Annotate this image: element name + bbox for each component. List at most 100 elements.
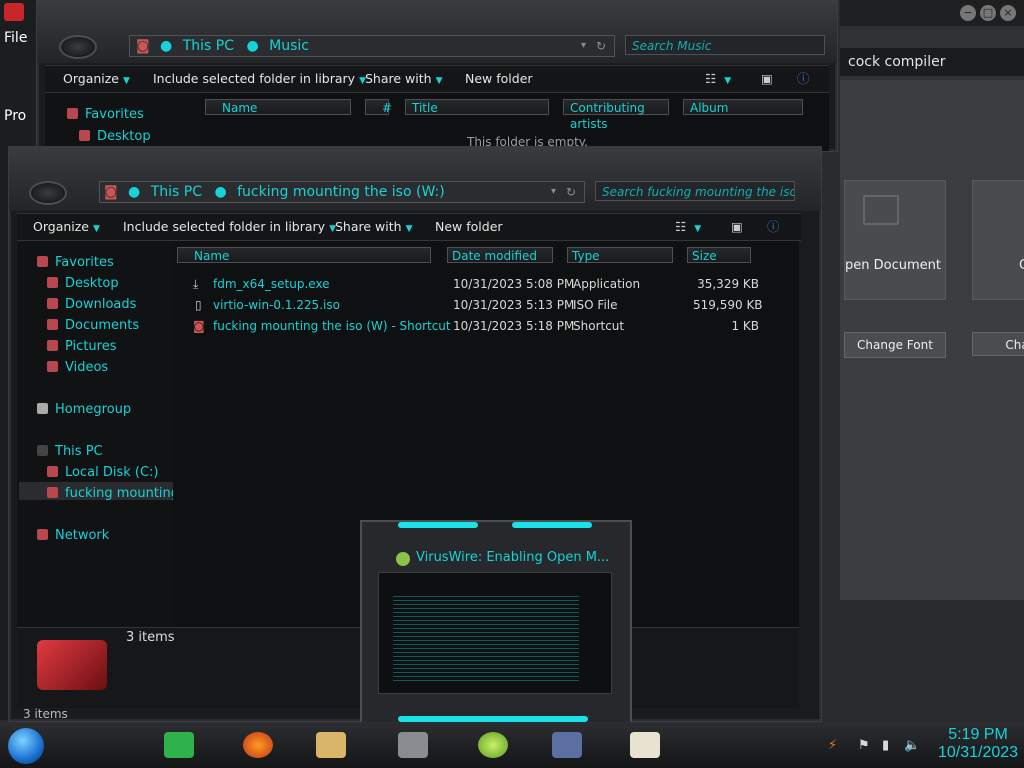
start-orb-icon[interactable]: [8, 728, 44, 764]
second-tile[interactable]: C: [972, 180, 1024, 300]
installer-icon: ⤓: [193, 277, 199, 291]
star-icon: [67, 108, 78, 119]
refresh-icon[interactable]: ↻: [596, 36, 606, 56]
printer-icon[interactable]: [398, 732, 428, 758]
folder-icon: [863, 195, 899, 225]
close-icon[interactable]: ×: [1000, 5, 1016, 21]
column-number[interactable]: #: [365, 99, 392, 115]
column-contributing-artists[interactable]: Contributing artists: [563, 99, 669, 131]
desktop-icon: [47, 277, 58, 288]
breadcrumb-sep-icon: ●: [128, 184, 141, 200]
back-forward-orb-icon[interactable]: [29, 181, 67, 205]
pro-menu[interactable]: Pro: [4, 108, 26, 124]
file-date: 10/31/2023 5:13 PM: [453, 298, 575, 312]
background-app-window-controls: − □ ×: [960, 5, 1016, 21]
network-icon: [37, 529, 48, 540]
column-date-modified[interactable]: Date modified: [447, 247, 553, 263]
breadcrumb-this-pc[interactable]: This PC: [183, 38, 234, 54]
view-options-icon[interactable]: ☷ ▼: [705, 66, 731, 94]
breadcrumb-this-pc[interactable]: This PC: [151, 184, 202, 200]
lime-app-icon[interactable]: [478, 732, 508, 758]
nav-favorites[interactable]: Favorites: [37, 255, 114, 270]
new-folder-button[interactable]: New folder: [435, 214, 503, 240]
table-row[interactable]: ▯ virtio-win-0.1.225.iso 10/31/2023 5:13…: [173, 298, 773, 316]
change-font-button[interactable]: Change Font: [844, 332, 946, 358]
file-menu[interactable]: File: [4, 30, 27, 46]
flag-icon[interactable]: ⚑: [858, 738, 870, 753]
window-app-icon[interactable]: [552, 732, 582, 758]
item-count: 3 items: [126, 630, 175, 645]
table-row[interactable]: ⤓ fdm_x64_setup.exe 10/31/2023 5:08 PM A…: [173, 277, 773, 295]
chevron-down-icon[interactable]: ▾: [581, 36, 586, 56]
nav-network[interactable]: Network: [37, 528, 109, 543]
app-logo-icon: [4, 3, 24, 21]
file-type: Application: [573, 277, 641, 291]
maximize-icon[interactable]: □: [980, 5, 996, 21]
volume-icon[interactable]: 🔈: [904, 738, 920, 753]
file-date: 10/31/2023 5:18 PM: [453, 319, 575, 333]
new-folder-button[interactable]: New folder: [465, 66, 533, 92]
x-app-icon[interactable]: [630, 732, 660, 758]
computer-icon: [37, 445, 48, 456]
drive-icon: ◙: [104, 184, 118, 200]
preview-pane-icon[interactable]: ▣: [761, 66, 773, 92]
clock-date: 10/31/2023: [937, 744, 1019, 761]
shortcut-icon: ◙: [193, 319, 205, 333]
minimize-icon[interactable]: −: [960, 5, 976, 21]
column-album[interactable]: Album: [683, 99, 803, 115]
iso-address-bar[interactable]: ◙ ● This PC ● fucking mounting the iso (…: [99, 181, 585, 203]
organize-button[interactable]: Organize ▼: [33, 214, 100, 242]
tray-app-icon[interactable]: ⚡: [828, 738, 837, 753]
include-in-library-button[interactable]: Include selected folder in library ▼: [153, 66, 366, 94]
nav-iso-drive[interactable]: fucking mounting t: [47, 486, 188, 501]
nav-favorites[interactable]: Favorites: [67, 107, 144, 122]
view-options-icon[interactable]: ☷ ▼: [675, 214, 701, 242]
file-name: fdm_x64_setup.exe: [213, 277, 330, 291]
help-icon[interactable]: ⓘ: [767, 214, 780, 240]
column-size[interactable]: Size: [687, 247, 751, 263]
share-with-button[interactable]: Share with ▼: [335, 214, 413, 242]
nav-documents[interactable]: Documents: [47, 318, 139, 333]
preview-pane-icon[interactable]: ▣: [731, 214, 743, 240]
organize-button[interactable]: Organize ▼: [63, 66, 130, 94]
music-search-input[interactable]: Search Music: [625, 35, 825, 55]
network-tray-icon[interactable]: ▮: [882, 738, 889, 753]
drive-icon: [47, 466, 58, 477]
open-document-tile[interactable]: pen Document: [844, 180, 946, 300]
iso-command-bar: Organize ▼ Include selected folder in lib…: [17, 213, 801, 241]
column-type[interactable]: Type: [567, 247, 673, 263]
nav-videos[interactable]: Videos: [47, 360, 108, 375]
nav-desktop[interactable]: Desktop: [79, 129, 151, 144]
music-address-bar[interactable]: ◙ ● This PC ● Music ▾ ↻: [129, 35, 615, 57]
breadcrumb-music[interactable]: Music: [269, 38, 309, 54]
share-with-button[interactable]: Share with ▼: [365, 66, 443, 94]
include-in-library-button[interactable]: Include selected folder in library ▼: [123, 214, 336, 242]
refresh-icon[interactable]: ↻: [566, 182, 576, 202]
chevron-down-icon[interactable]: ▾: [551, 182, 556, 202]
popup-glow: [398, 522, 478, 528]
firefox-icon[interactable]: [243, 732, 273, 758]
clock[interactable]: 5:19 PM 10/31/2023: [932, 726, 1024, 762]
change-button[interactable]: Cha: [972, 332, 1024, 356]
nav-desktop[interactable]: Desktop: [47, 276, 119, 291]
nav-homegroup[interactable]: Homegroup: [37, 402, 131, 417]
nav-pictures[interactable]: Pictures: [47, 339, 116, 354]
taskbar: [0, 722, 1024, 768]
nav-local-disk[interactable]: Local Disk (C:): [47, 465, 158, 480]
back-forward-orb-icon[interactable]: [59, 35, 97, 59]
file-explorer-icon[interactable]: [316, 732, 346, 758]
nav-this-pc[interactable]: This PC: [37, 444, 103, 459]
help-icon[interactable]: ⓘ: [797, 66, 810, 92]
column-name[interactable]: Name: [205, 99, 351, 115]
taskbar-preview-popup[interactable]: VirusWire: Enabling Open M...: [360, 520, 632, 724]
column-title[interactable]: Title: [405, 99, 549, 115]
notes-app-icon[interactable]: [164, 732, 194, 758]
popup-glow: [512, 522, 592, 528]
breadcrumb-iso-drive[interactable]: fucking mounting the iso (W:): [237, 184, 445, 200]
column-name[interactable]: Name: [177, 247, 431, 263]
table-row[interactable]: ◙ fucking mounting the iso (W) - Shortcu…: [173, 319, 773, 337]
drive-large-icon: [37, 640, 107, 690]
background-app-title: cock compiler: [840, 48, 1024, 76]
nav-downloads[interactable]: Downloads: [47, 297, 136, 312]
iso-search-input[interactable]: Search fucking mounting the iso (...: [595, 181, 795, 201]
